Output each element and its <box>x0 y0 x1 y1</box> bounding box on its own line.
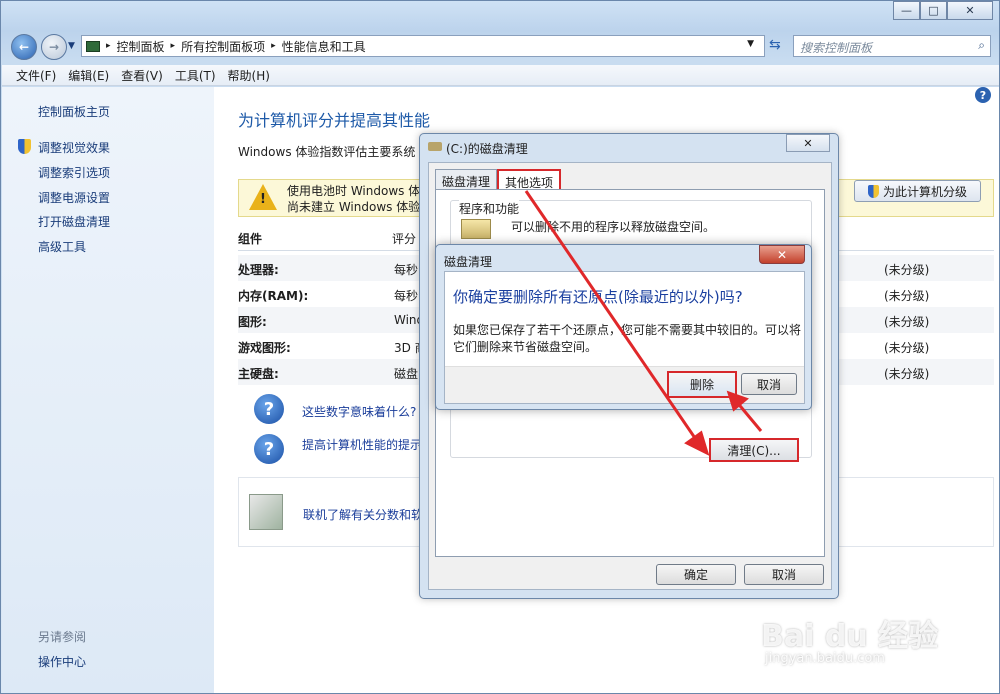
shield-icon <box>18 139 31 154</box>
breadcrumb-separator[interactable]: ▸ <box>106 41 111 51</box>
row-label: 处理器: <box>238 263 279 277</box>
group-description: 可以删除不用的程序以释放磁盘空间。 <box>511 220 716 234</box>
warning-exclamation: ! <box>260 192 266 207</box>
confirm-cancel-button[interactable]: 取消 <box>741 373 797 395</box>
warning-text: 使用电池时 Windows 体 尚未建立 Windows 体验 <box>287 183 420 215</box>
group-label: 程序和功能 <box>459 200 520 217</box>
sidebar: 控制面板主页 调整视觉效果 调整索引选项 调整电源设置 打开磁盘清理 高级工具 … <box>2 87 214 693</box>
disk-cleanup-icon <box>428 142 442 151</box>
row-score: (未分级) <box>884 263 930 277</box>
row-score: (未分级) <box>884 341 930 355</box>
menu-help[interactable]: 帮助(H) <box>228 67 270 84</box>
confirm-close-button[interactable]: ✕ <box>759 245 805 264</box>
row-score: (未分级) <box>884 315 930 329</box>
row-label: 图形: <box>238 315 267 329</box>
confirm-message: 如果您已保存了若干个还原点，您可能不需要其中较旧的。可以将它们删除来节省磁盘空间… <box>453 323 802 354</box>
row-subscore-text: 磁盘 <box>394 367 419 381</box>
tab-disk-cleanup[interactable]: 磁盘清理 <box>435 169 498 189</box>
back-icon[interactable]: ← <box>11 34 37 60</box>
cleanup-button[interactable]: 清理(C)... <box>709 438 799 462</box>
question-icon: ? <box>254 394 284 424</box>
performance-tips-link[interactable]: 提高计算机性能的提示 <box>302 436 422 453</box>
menu-tools[interactable]: 工具(T) <box>175 67 216 84</box>
see-also-heading: 另请参阅 <box>38 630 87 644</box>
control-panel-window: — □ ✕ ← → ▼ ▸ 控制面板 ▸ 所有控制面板项 ▸ 性能信息和工具 ▼… <box>0 0 1000 694</box>
breadcrumb-all-items[interactable]: 所有控制面板项 <box>181 38 265 55</box>
shield-icon <box>867 184 879 198</box>
breadcrumb-separator[interactable]: ▸ <box>271 41 276 51</box>
breadcrumb-control-panel[interactable]: 控制面板 <box>117 38 165 55</box>
confirm-dialog-title: 磁盘清理 <box>444 255 493 269</box>
ok-button[interactable]: 确定 <box>656 564 736 585</box>
sidebar-item-visual-effects[interactable]: 调整视觉效果 <box>38 139 110 156</box>
tab-strip: 磁盘清理 其他选项 <box>435 169 562 191</box>
help-icon[interactable]: ? <box>975 87 991 103</box>
watermark-logo: Bai du 经验 <box>761 619 939 654</box>
row-score: (未分级) <box>884 289 930 303</box>
question-icon: ? <box>254 434 284 464</box>
menu-view[interactable]: 查看(V) <box>121 67 163 84</box>
dialog-title: (C:)的磁盘清理 <box>446 142 528 156</box>
breadcrumb-separator[interactable]: ▸ <box>171 41 176 51</box>
row-subscore-text: 每秒 <box>394 263 419 277</box>
page-title: 为计算机评分并提高其性能 <box>238 111 431 130</box>
column-header-component: 组件 <box>238 232 263 246</box>
cancel-button[interactable]: 取消 <box>744 564 824 585</box>
sidebar-home-link[interactable]: 控制面板主页 <box>38 103 110 120</box>
sidebar-item-indexing[interactable]: 调整索引选项 <box>38 164 110 181</box>
menu-bar: 文件(F) 编辑(E) 查看(V) 工具(T) 帮助(H) <box>2 65 999 86</box>
search-input[interactable]: 搜索控制面板 ⌕ <box>793 35 991 57</box>
tab-more-options[interactable]: 其他选项 <box>497 169 562 190</box>
row-label: 主硬盘: <box>238 367 279 381</box>
warning-line-2: 尚未建立 Windows 体验 <box>287 200 421 214</box>
address-dropdown-icon[interactable]: ▼ <box>747 39 754 49</box>
row-label: 游戏图形: <box>238 341 291 355</box>
sidebar-item-disk-cleanup[interactable]: 打开磁盘清理 <box>38 213 110 230</box>
dialog-close-button[interactable]: ✕ <box>786 134 830 152</box>
control-panel-icon <box>86 40 100 52</box>
programs-icon <box>461 219 491 239</box>
software-box-icon <box>249 494 283 530</box>
row-score: (未分级) <box>884 367 930 381</box>
watermark-url: jingyan.baidu.com <box>765 651 885 666</box>
title-bar: — □ ✕ <box>1 1 999 29</box>
rate-computer-label: 为此计算机分级 <box>882 184 967 199</box>
minimize-button[interactable]: — <box>893 1 920 20</box>
forward-icon[interactable]: → <box>41 34 67 60</box>
caption-buttons: — □ ✕ <box>893 1 993 20</box>
search-placeholder: 搜索控制面板 <box>800 41 873 55</box>
warning-line-1: 使用电池时 Windows 体 <box>287 184 421 198</box>
sidebar-item-advanced-tools[interactable]: 高级工具 <box>38 238 86 255</box>
sidebar-item-action-center[interactable]: 操作中心 <box>38 653 86 670</box>
refresh-icon[interactable]: ⇆ <box>769 37 781 53</box>
search-icon[interactable]: ⌕ <box>978 38 985 53</box>
confirm-question: 你确定要删除所有还原点(除最近的以外)吗? <box>453 288 743 306</box>
page-description: Windows 体验指数评估主要系统 <box>238 145 416 159</box>
sidebar-item-power[interactable]: 调整电源设置 <box>38 189 110 206</box>
row-subscore-text: 每秒 <box>394 289 419 303</box>
delete-button[interactable]: 删除 <box>667 371 737 398</box>
row-label: 内存(RAM): <box>238 289 309 303</box>
online-learn-link[interactable]: 联机了解有关分数和软 <box>303 506 423 523</box>
recent-pages-chevron-icon[interactable]: ▼ <box>68 41 75 51</box>
address-bar[interactable]: ▸ 控制面板 ▸ 所有控制面板项 ▸ 性能信息和工具 ▼ <box>81 35 765 57</box>
breadcrumb-performance[interactable]: 性能信息和工具 <box>282 38 366 55</box>
menu-edit[interactable]: 编辑(E) <box>68 67 109 84</box>
menu-file[interactable]: 文件(F) <box>16 67 56 84</box>
rate-computer-button[interactable]: 为此计算机分级 <box>854 180 981 202</box>
close-button[interactable]: ✕ <box>947 1 993 20</box>
column-header-rating: 评分 <box>392 232 417 246</box>
maximize-button[interactable]: □ <box>920 1 947 20</box>
numbers-meaning-link[interactable]: 这些数字意味着什么? <box>302 403 416 420</box>
